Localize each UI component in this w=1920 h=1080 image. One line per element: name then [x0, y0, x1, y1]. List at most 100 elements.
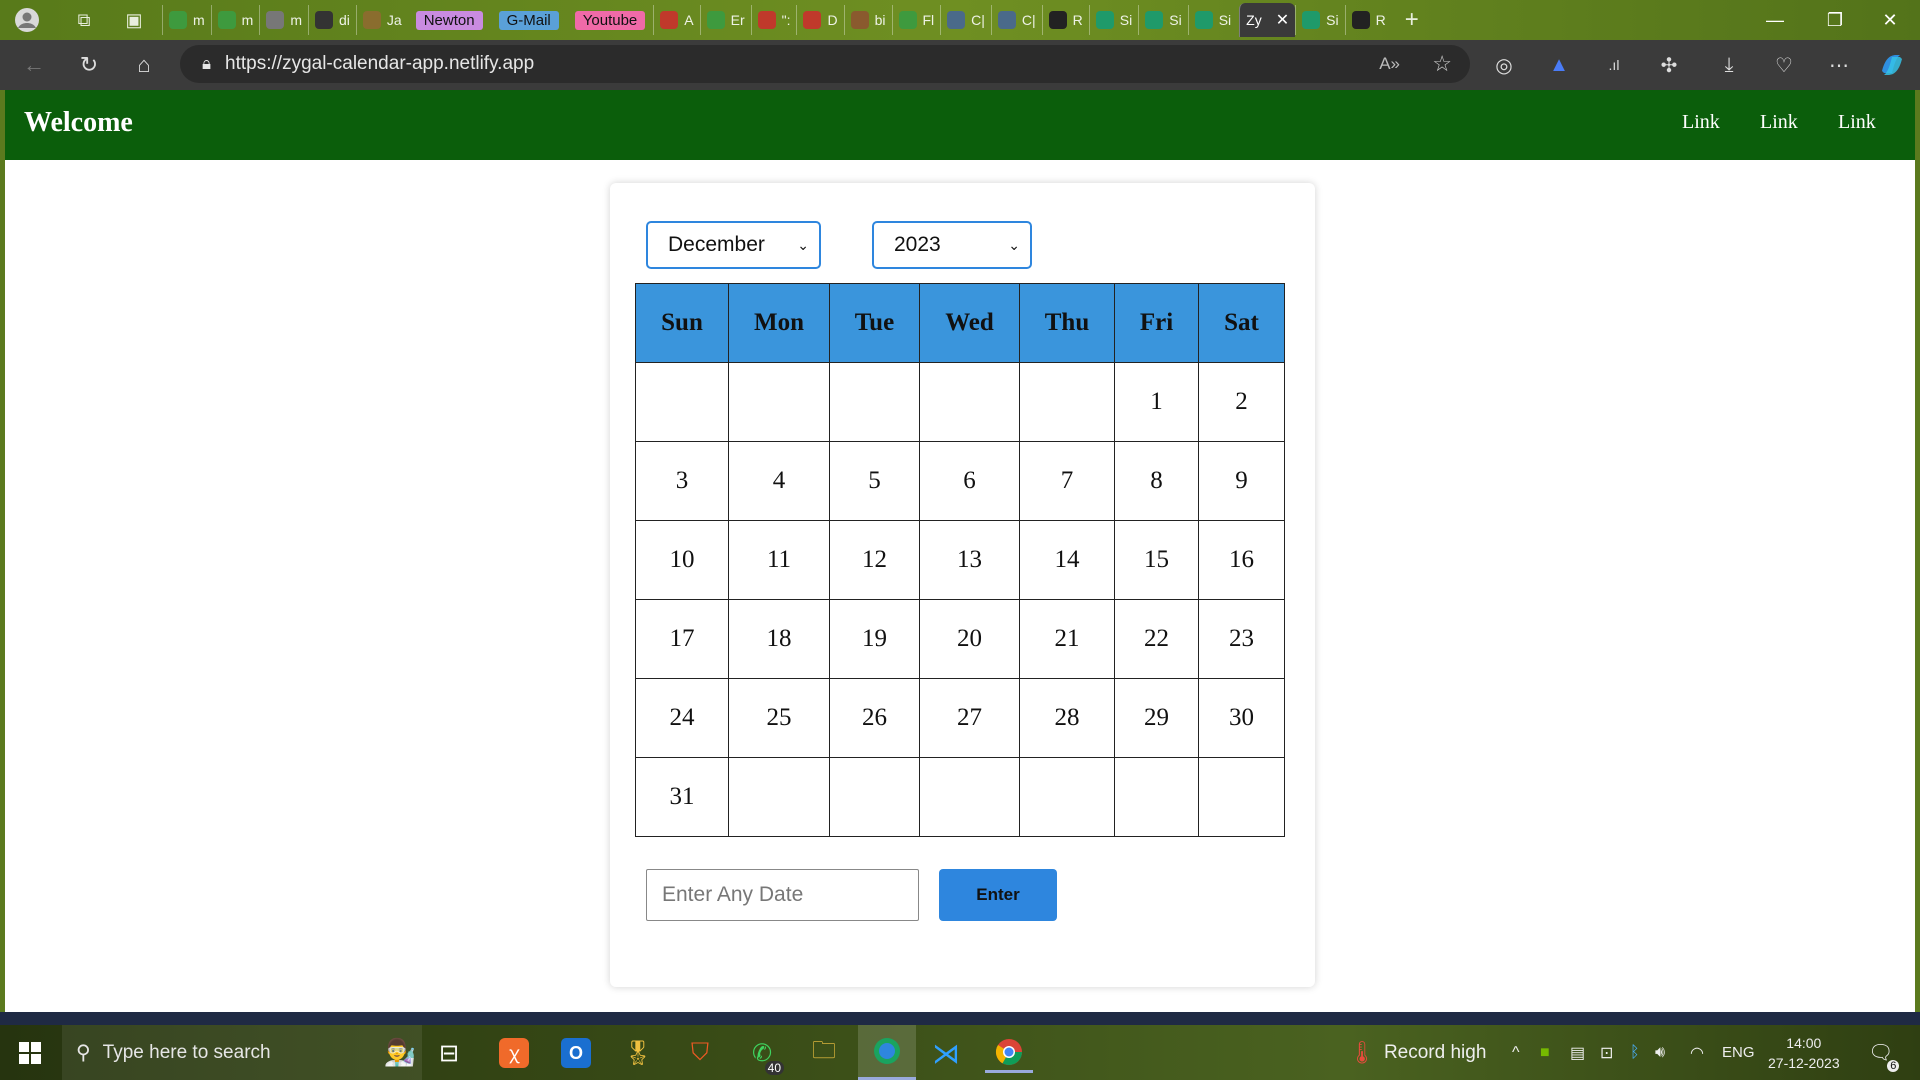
- calendar-day-cell[interactable]: 15: [1114, 520, 1199, 600]
- calendar-day-cell[interactable]: 18: [728, 599, 830, 679]
- tracking-icon[interactable]: ◎: [1485, 46, 1523, 84]
- whatsapp-icon[interactable]: ✆ 40: [738, 1033, 786, 1075]
- browser-tab-2[interactable]: m: [259, 5, 308, 35]
- close-window-icon[interactable]: ✕: [1860, 0, 1920, 40]
- calendar-day-cell[interactable]: 8: [1114, 441, 1199, 521]
- browser-tab-10[interactable]: Fl: [891, 5, 941, 35]
- browser-essentials-icon[interactable]: ♡: [1765, 46, 1803, 84]
- date-input[interactable]: Enter Any Date: [646, 869, 919, 921]
- calendar-day-cell[interactable]: 7: [1019, 441, 1115, 521]
- language-indicator[interactable]: ENG: [1722, 1025, 1755, 1080]
- outlook-icon[interactable]: O: [552, 1033, 600, 1073]
- calendar-day-cell[interactable]: 13: [919, 520, 1020, 600]
- calendar-day-cell[interactable]: 10: [635, 520, 729, 600]
- nvidia-icon[interactable]: ■: [1540, 1025, 1550, 1080]
- stats-extension-icon[interactable]: .ıl: [1595, 46, 1633, 84]
- wifi-icon[interactable]: ◠: [1690, 1025, 1704, 1080]
- chrome-icon[interactable]: [985, 1033, 1033, 1073]
- nav-link-2[interactable]: Link: [1760, 111, 1798, 134]
- calendar-day-cell[interactable]: 26: [829, 678, 920, 758]
- calendar-day-cell[interactable]: 24: [635, 678, 729, 758]
- minimize-icon[interactable]: —: [1745, 0, 1805, 40]
- workspaces-icon[interactable]: ⧉: [70, 6, 98, 34]
- calendar-day-cell[interactable]: 30: [1198, 678, 1285, 758]
- more-options-icon[interactable]: ⋯: [1820, 46, 1858, 84]
- profile-icon[interactable]: [12, 6, 42, 34]
- calendar-day-cell[interactable]: 16: [1198, 520, 1285, 600]
- extensions-puzzle-icon[interactable]: ✣: [1650, 46, 1688, 84]
- bluetooth-icon[interactable]: ᛒ: [1630, 1025, 1640, 1080]
- extension-icon[interactable]: ▲: [1540, 46, 1578, 84]
- browser-tab-13[interactable]: R: [1041, 5, 1089, 35]
- calendar-day-cell[interactable]: 23: [1198, 599, 1285, 679]
- calendar-day-cell[interactable]: 6: [919, 441, 1020, 521]
- favorite-star-icon[interactable]: ☆: [1432, 51, 1452, 77]
- tab-actions-icon[interactable]: ▣: [120, 6, 148, 34]
- restore-icon[interactable]: ❐: [1805, 0, 1865, 40]
- taskbar-search[interactable]: ⚲ Type here to search 👨‍🔬: [62, 1025, 422, 1080]
- edge-icon[interactable]: [858, 1025, 916, 1080]
- calendar-day-cell[interactable]: 27: [919, 678, 1020, 758]
- lock-icon[interactable]: 🔒︎: [202, 54, 211, 74]
- weather-widget[interactable]: 🌡︎ Record high: [1348, 1025, 1486, 1080]
- calendar-day-cell[interactable]: 1: [1114, 362, 1199, 442]
- brand-title[interactable]: Welcome: [24, 107, 133, 139]
- task-view-icon[interactable]: ⊟: [425, 1033, 473, 1073]
- calendar-day-cell[interactable]: 4: [728, 441, 830, 521]
- meet-icon[interactable]: ⊡: [1600, 1025, 1613, 1080]
- windows-start-icon[interactable]: [6, 1033, 54, 1073]
- browser-tab-16[interactable]: Si: [1187, 5, 1237, 35]
- browser-tab-14[interactable]: Si: [1088, 5, 1138, 35]
- file-explorer-icon[interactable]: 🗀: [800, 1033, 848, 1073]
- badge-app-icon[interactable]: 🎖︎: [614, 1033, 662, 1073]
- calendar-day-cell[interactable]: 22: [1114, 599, 1199, 679]
- browser-tab-1[interactable]: m: [210, 5, 260, 35]
- browser-tab-right-1[interactable]: R: [1344, 5, 1392, 35]
- browser-tab-right-0[interactable]: Si: [1295, 5, 1344, 35]
- calendar-day-cell[interactable]: 3: [635, 441, 729, 521]
- calendar-day-cell[interactable]: 29: [1114, 678, 1199, 758]
- calendar-day-cell[interactable]: 14: [1019, 520, 1115, 600]
- active-tab[interactable]: Zy ✕: [1239, 3, 1296, 37]
- refresh-icon[interactable]: ↻: [67, 45, 111, 85]
- browser-tab-8[interactable]: D: [796, 5, 843, 35]
- bookmark-pill-1[interactable]: G-Mail: [498, 10, 559, 30]
- xampp-icon[interactable]: ꭓ: [490, 1033, 538, 1073]
- calendar-day-cell[interactable]: 11: [728, 520, 830, 600]
- calendar-day-cell[interactable]: 31: [635, 757, 729, 837]
- browser-tab-9[interactable]: bi: [843, 5, 892, 35]
- bookmark-pill-2[interactable]: Youtube: [574, 10, 646, 30]
- browser-tab-6[interactable]: Er: [699, 5, 751, 35]
- notifications-icon[interactable]: 🗨︎ 6: [1868, 1025, 1900, 1080]
- calendar-day-cell[interactable]: 19: [829, 599, 920, 679]
- volume-icon[interactable]: 🔊︎: [1655, 1025, 1665, 1080]
- browser-tab-4[interactable]: Ja: [355, 5, 408, 35]
- home-icon[interactable]: ⌂: [122, 45, 166, 85]
- year-select[interactable]: 2023 ⌄: [872, 221, 1032, 269]
- calendar-day-cell[interactable]: 12: [829, 520, 920, 600]
- month-select[interactable]: December ⌄: [646, 221, 821, 269]
- browser-tab-12[interactable]: C|: [990, 5, 1042, 35]
- back-icon[interactable]: ←: [12, 45, 56, 85]
- calendar-day-cell[interactable]: 5: [829, 441, 920, 521]
- clock[interactable]: 14:00 27-12-2023: [1768, 1025, 1840, 1080]
- calendar-day-cell[interactable]: 17: [635, 599, 729, 679]
- copilot-icon[interactable]: [1873, 46, 1911, 84]
- browser-tab-15[interactable]: Si: [1138, 5, 1187, 35]
- show-hidden-icons-icon[interactable]: ^: [1512, 1025, 1520, 1080]
- calendar-day-cell[interactable]: 2: [1198, 362, 1285, 442]
- nav-link-1[interactable]: Link: [1682, 111, 1720, 134]
- downloads-icon[interactable]: ⤓: [1710, 46, 1748, 84]
- url-field[interactable]: 🔒︎ https://zygal-calendar-app.netlify.ap…: [180, 45, 1470, 83]
- brave-icon[interactable]: ⛉: [676, 1033, 724, 1073]
- browser-tab-7[interactable]: ":: [750, 5, 797, 35]
- close-tab-icon[interactable]: ✕: [1276, 10, 1289, 30]
- enter-button[interactable]: Enter: [939, 869, 1057, 921]
- vscode-icon[interactable]: ⋊: [922, 1033, 970, 1073]
- browser-tab-3[interactable]: di: [308, 5, 356, 35]
- new-tab-icon[interactable]: +: [1398, 6, 1426, 34]
- calendar-day-cell[interactable]: 28: [1019, 678, 1115, 758]
- calendar-day-cell[interactable]: 25: [728, 678, 830, 758]
- browser-tab-0[interactable]: m: [162, 5, 211, 35]
- calendar-day-cell[interactable]: 21: [1019, 599, 1115, 679]
